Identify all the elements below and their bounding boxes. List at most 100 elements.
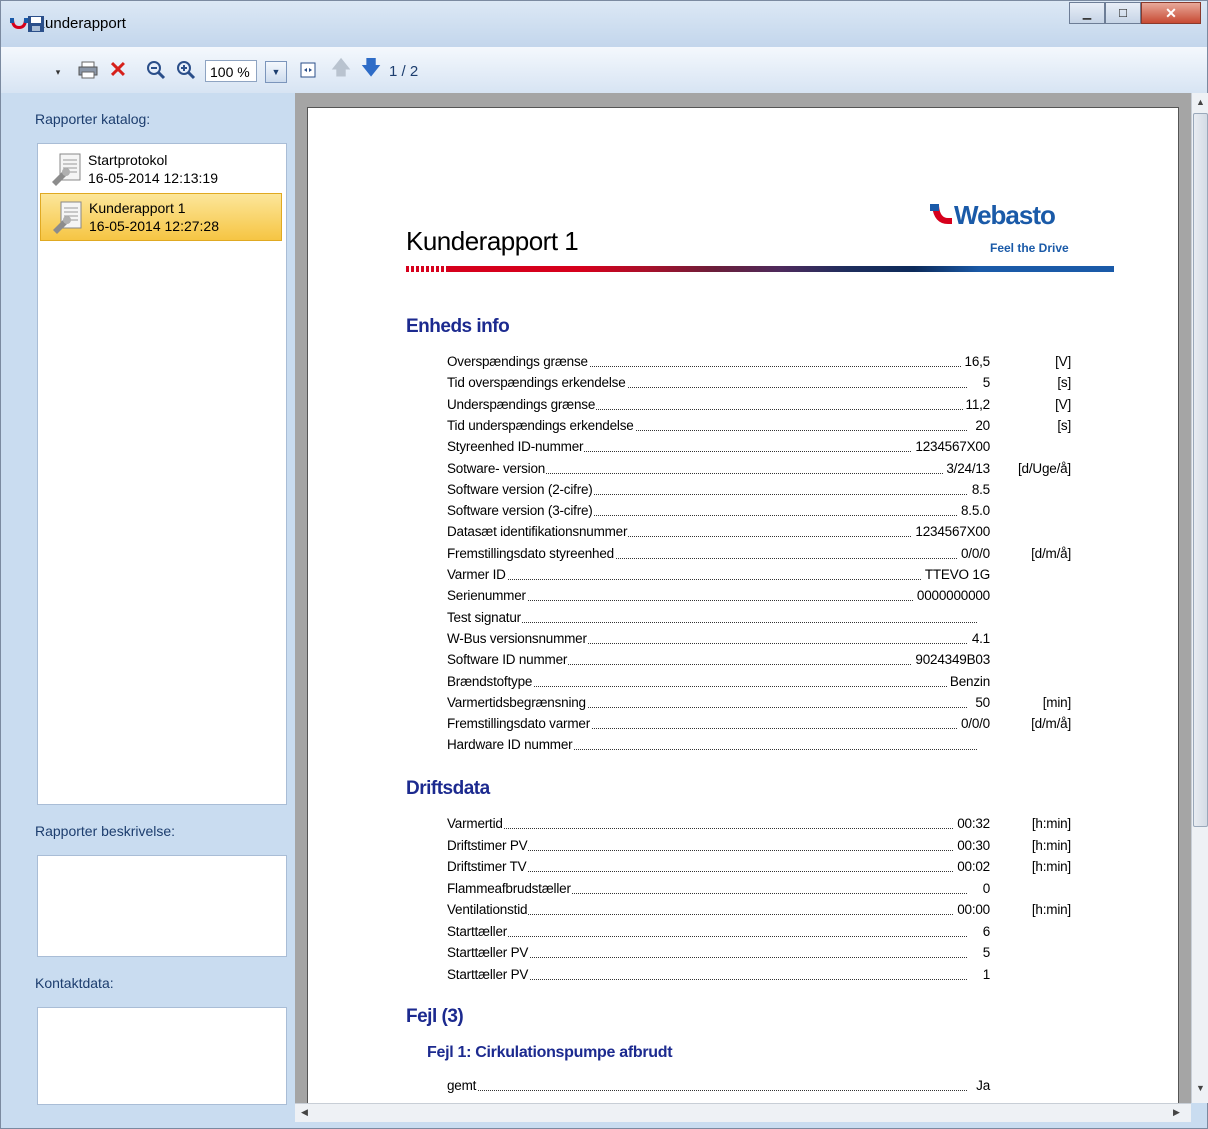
save-button[interactable] [25,13,47,35]
zoom-in-button[interactable] [175,59,197,81]
save-dropdown-button[interactable]: ▾ [51,61,65,83]
page-indicator: 1 / 2 [389,63,419,80]
catalog-label: Rapporter katalog: [35,111,151,127]
report-row: W-Bus versionsnummer 4.1 [447,630,1077,649]
contact-label: Kontaktdata: [35,975,114,991]
row-value: 00:00 [954,902,990,917]
leader-dots [447,934,967,937]
row-value: 00:02 [954,859,990,874]
scroll-down-icon: ▼ [1196,1083,1205,1093]
row-value: Benzin [946,673,990,689]
previous-page-button[interactable]: 🡅 [331,57,352,81]
minimize-icon: ▁ [1082,7,1092,20]
row-label: Hardware ID nummer [447,737,574,753]
leader-dots [447,1088,967,1091]
row-label: Starttæller PV [447,966,530,982]
row-value: 0/0/0 [957,716,990,732]
report-row: Varmertid 00:32 [h:min] [447,816,1077,834]
row-label: Fremstillingsdato styreenhed [447,545,615,561]
title-bar-stripes [406,266,448,272]
row-label: Flammeafbrudstæller [447,880,572,896]
zoom-out-icon [147,61,166,80]
leader-dots [447,577,967,580]
row-label: Varmertidsbegrænsning [447,694,587,710]
report-row: Driftstimer PV 00:30 [h:min] [447,837,1077,856]
row-value: 00:30 [954,837,990,853]
report-row: Overspændings grænse 16,5 [V] [447,354,1077,372]
webasto-logo-text: Webasto [954,200,1055,230]
report-row: Software ID nummer 9024349B03 [447,652,1077,670]
report-row: Fremstillingsdato styreenhed 0/0/0 [d/m/å] [447,545,1077,564]
arrow-up-icon: 🡅 [330,57,352,79]
section-heading-errors: Fejl (3) [406,1006,464,1027]
error-1-heading: Fejl 1: Cirkulationspumpe afbrudt [427,1044,673,1061]
row-unit: [d/Uge/å] [1018,460,1071,476]
report-row: Datasæt identifikationsnummer 1234567X00 [447,524,1077,542]
row-value: TTEVO 1G [921,567,990,582]
delete-x-icon: ✕ [108,57,128,82]
row-label: Tid overspændings erkendelse [447,375,627,391]
report-row: Hardware ID nummer [447,737,1077,755]
title-divider-bar [448,266,1114,272]
minimize-button[interactable]: ▁ [1069,2,1105,24]
horizontal-scrollbar[interactable]: ◀ ▶ [295,1103,1191,1122]
left-panel: Rapporter katalog: Startprotokol 16-05-2… [1,93,295,1128]
row-value: 3/24/13 [943,460,990,476]
row-label: Starttæller [447,923,509,939]
vertical-scroll-thumb[interactable] [1193,113,1208,827]
section-heading-unit-info: Enheds info [406,316,510,337]
row-unit: [min] [1042,694,1071,710]
next-page-button[interactable]: 🡇 [361,57,382,81]
row-label: Software version (2-cifre) [447,481,594,497]
print-button[interactable] [77,59,99,81]
row-value: 1234567X00 [912,439,990,455]
zoom-input[interactable]: 100 % [205,60,257,82]
report-catalog-list[interactable]: Startprotokol 16-05-2014 12:13:19 Kunder… [37,143,287,805]
row-value: 11,2 [962,396,990,412]
report-document-icon [53,201,82,234]
title-bar[interactable]: Kunderapport ▁ ☐ ✕ [1,1,1207,47]
row-label: Serienummer [447,588,527,604]
report-row: Brændstoftype Benzin [447,673,1077,692]
row-label: Varmertid [447,816,504,831]
row-value: 8.5.0 [957,503,990,519]
row-label: Driftstimer TV [447,859,528,874]
report-row: Varmertidsbegrænsning 50 [min] [447,694,1077,713]
arrow-down-icon: 🡇 [360,57,382,79]
row-unit: [s] [1057,375,1071,391]
row-value: 4.1 [968,630,990,646]
delete-button[interactable]: ✕ [107,57,129,82]
close-button[interactable]: ✕ [1141,2,1201,24]
zoom-in-icon [177,61,196,80]
report-item-startprotokol[interactable]: Startprotokol 16-05-2014 12:13:19 [40,146,280,192]
description-label: Rapporter beskrivelse: [35,823,176,839]
report-row: Underspændings grænse 11,2 [V] [447,396,1077,415]
row-value: 16,5 [961,354,990,369]
maximize-button[interactable]: ☐ [1105,2,1141,24]
zoom-out-button[interactable] [145,59,167,81]
row-label: Fremstillingsdato varmer [447,716,591,732]
report-row: Flammeafbrudstæller 0 [447,880,1077,899]
maximize-icon: ☐ [1118,7,1128,20]
zoom-dropdown-button[interactable]: ▼ [265,61,287,83]
row-value: 1 [979,966,990,982]
chevron-down-icon: ▼ [271,67,281,77]
report-item-kunderapport-1[interactable]: Kunderapport 1 16-05-2014 12:27:28 [40,193,282,241]
vertical-scrollbar[interactable]: ▲ ▼ [1191,93,1208,1103]
row-value: Ja [973,1078,990,1093]
row-value: 0 [979,880,990,896]
webasto-logo: Webasto [930,200,1056,230]
contact-box[interactable] [37,1007,287,1105]
report-row: Software version (2-cifre) 8.5 [447,481,1077,500]
row-value: 8.5 [968,481,990,497]
row-unit: [V] [1055,354,1071,369]
description-box[interactable] [37,855,287,957]
fit-page-button[interactable] [297,59,319,81]
report-row: Software version (3-cifre) 8.5.0 [447,503,1077,521]
report-row: Sotware- version 3/24/13 [d/Uge/å] [447,460,1077,479]
close-icon: ✕ [1165,4,1177,21]
report-row: Tid underspændings erkendelse 20 [s] [447,417,1077,436]
report-row: Starttæller PV 5 [447,945,1077,963]
report-row: Ventilationstid 00:00 [h:min] [447,902,1077,920]
row-label: Datasæt identifikationsnummer [447,524,629,540]
